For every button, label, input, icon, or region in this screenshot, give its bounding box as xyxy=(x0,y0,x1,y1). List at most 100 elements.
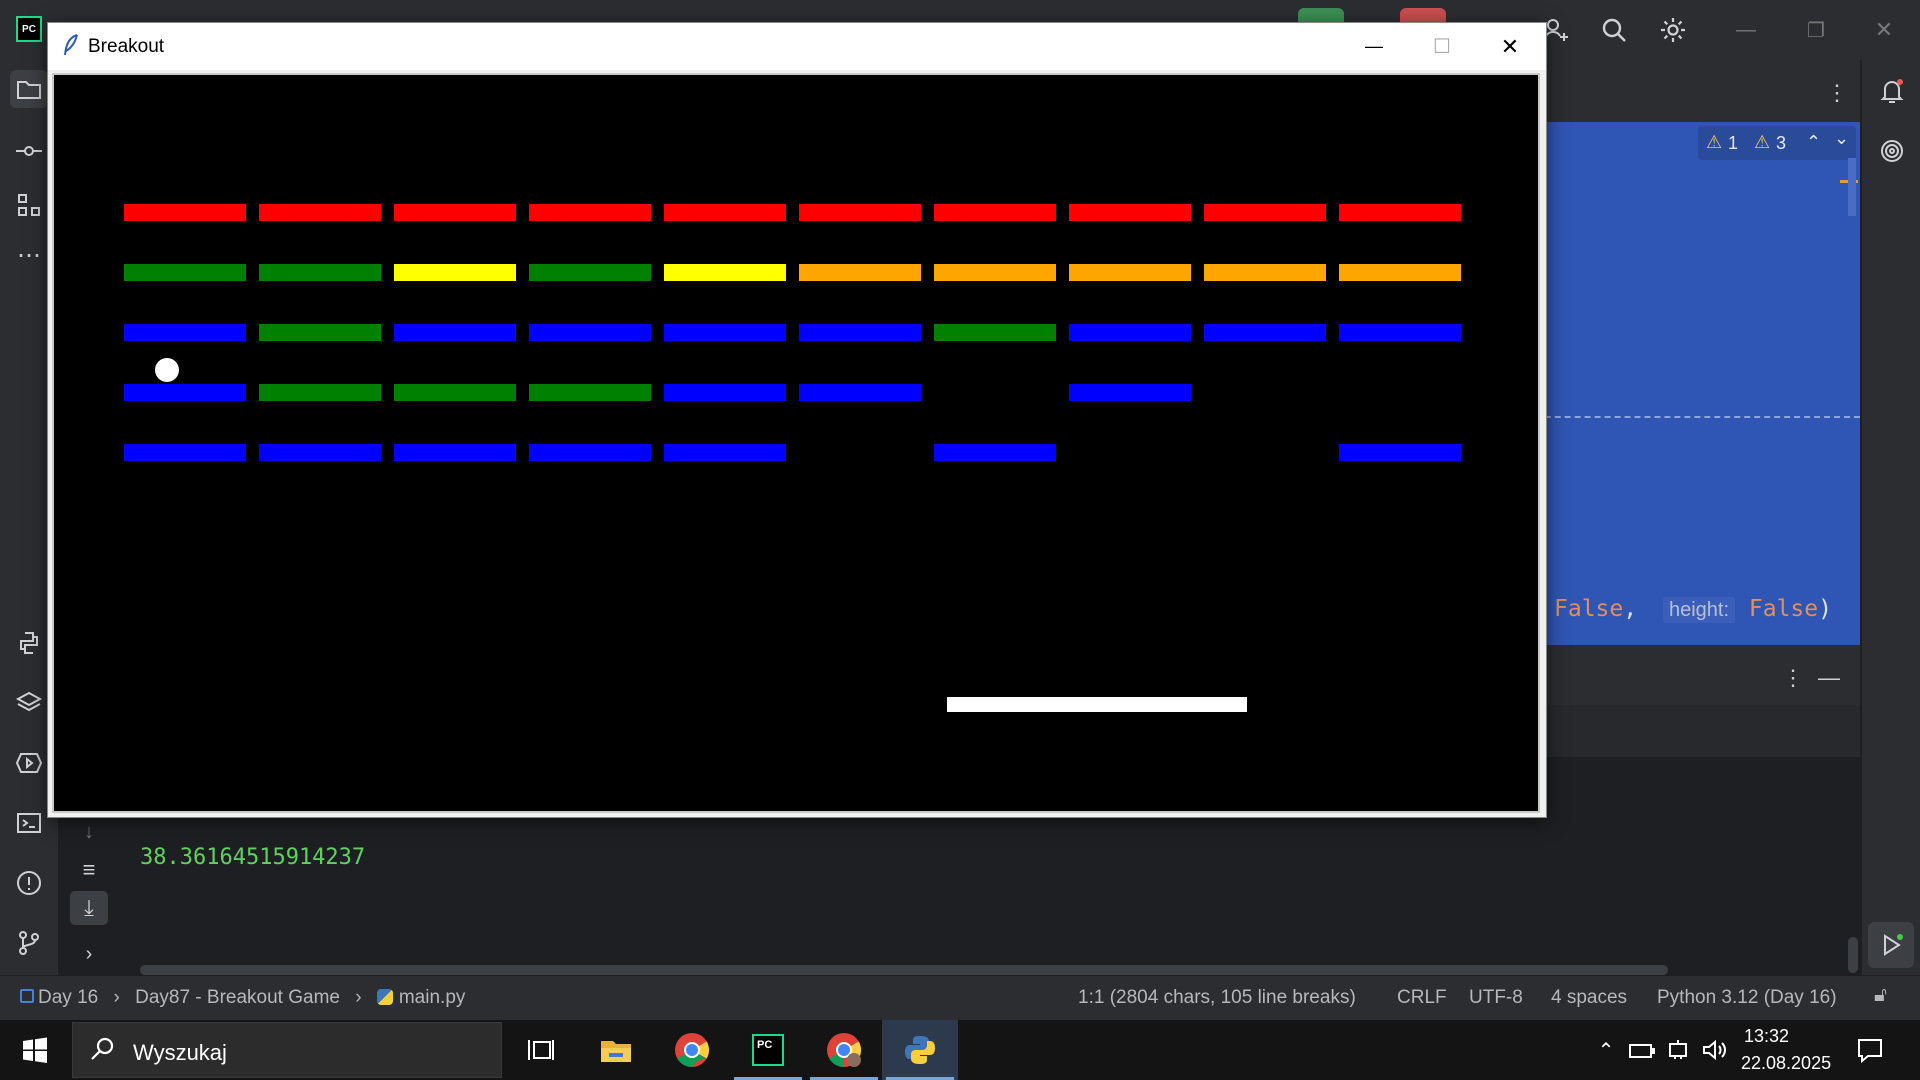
window-title: Breakout xyxy=(88,36,165,57)
brick-orange xyxy=(799,264,921,281)
python-console-icon[interactable] xyxy=(10,624,48,662)
brick-yellow xyxy=(664,264,786,281)
console-vscrollbar[interactable] xyxy=(1848,937,1858,973)
settings-gear-icon[interactable] xyxy=(1655,12,1691,48)
chrome-icon[interactable] xyxy=(654,1020,730,1080)
terminal-icon[interactable] xyxy=(10,804,48,842)
brick-red xyxy=(259,204,381,221)
brick-green xyxy=(394,384,516,401)
close-button[interactable]: ✕ xyxy=(1476,23,1544,70)
problems-icon[interactable] xyxy=(10,864,48,902)
python-taskbar-icon[interactable] xyxy=(882,1020,958,1080)
battery-icon[interactable] xyxy=(1626,1036,1658,1064)
code-paren: ) xyxy=(1818,596,1832,622)
structure-icon[interactable] xyxy=(10,186,48,224)
brick-orange xyxy=(1339,264,1461,281)
pycharm-logo-icon: PC xyxy=(752,1034,784,1066)
ide-right-toolbar xyxy=(1861,60,1920,975)
scrollbar-thumb[interactable] xyxy=(1848,158,1856,216)
brick-red xyxy=(1069,204,1191,221)
layers-icon[interactable] xyxy=(10,684,48,722)
code-comma: , xyxy=(1623,596,1638,622)
brick-orange xyxy=(1204,264,1326,281)
task-view-icon[interactable] xyxy=(502,1020,578,1080)
brick-blue xyxy=(124,324,246,341)
pycharm-taskbar-icon[interactable]: PC xyxy=(730,1020,806,1080)
file-explorer-icon[interactable] xyxy=(578,1020,654,1080)
brick-blue xyxy=(664,444,786,461)
git-branch-icon[interactable] xyxy=(10,924,48,962)
breadcrumb-project[interactable]: Day 16 xyxy=(38,987,98,1008)
error-count: 1 xyxy=(1728,133,1739,153)
python-file-icon xyxy=(376,989,393,1005)
chrome-profile-icon[interactable] xyxy=(806,1020,882,1080)
pycharm-logo-icon[interactable]: PC xyxy=(16,16,42,42)
minimize-button[interactable]: — xyxy=(1340,23,1408,70)
taskbar-time[interactable]: 13:32 xyxy=(1744,1026,1789,1047)
breadcrumb-chevron-icon: › xyxy=(113,987,120,1008)
brick-blue xyxy=(664,384,786,401)
run-more-icon[interactable]: ⋮ xyxy=(1778,663,1808,693)
tray-chevron-up-icon[interactable]: ⌃ xyxy=(1592,1036,1620,1064)
brick-blue xyxy=(394,444,516,461)
ide-restore-icon[interactable]: ❐ xyxy=(1796,12,1836,48)
breakout-window[interactable]: Breakout — ☐ ✕ xyxy=(47,22,1547,818)
commit-icon[interactable] xyxy=(10,132,48,170)
maximize-button[interactable]: ☐ xyxy=(1408,23,1476,70)
more-options-icon[interactable]: ⋮ xyxy=(1822,78,1852,108)
brick-blue xyxy=(529,324,651,341)
services-icon[interactable] xyxy=(10,744,48,782)
paddle[interactable] xyxy=(947,697,1247,712)
brick-blue xyxy=(1204,324,1326,341)
brick-green xyxy=(259,324,381,341)
chevron-up-icon[interactable]: ⌃ xyxy=(1806,132,1821,153)
console-hscrollbar[interactable] xyxy=(140,965,1668,975)
brick-blue xyxy=(799,384,921,401)
indent-setting[interactable]: 4 spaces xyxy=(1551,987,1627,1009)
volume-icon[interactable] xyxy=(1698,1036,1730,1064)
brick-red xyxy=(124,204,246,221)
code-value-false: False xyxy=(1554,596,1624,622)
network-icon[interactable] xyxy=(1662,1036,1694,1064)
run-widget-icon[interactable] xyxy=(1868,922,1914,968)
breadcrumb-file[interactable]: main.py xyxy=(399,987,466,1008)
line-ending[interactable]: CRLF xyxy=(1397,987,1447,1009)
python-interpreter[interactable]: Python 3.12 (Day 16) xyxy=(1657,987,1837,1009)
scroll-down-arrow-icon[interactable]: ↓ xyxy=(74,817,104,847)
soft-wrap-icon[interactable]: ≡ xyxy=(74,855,104,885)
taskbar-date[interactable]: 22.08.2025 xyxy=(1741,1053,1831,1074)
brick-blue xyxy=(124,444,246,461)
search-icon[interactable] xyxy=(1596,12,1632,48)
lock-icon[interactable]: 🔓︎ xyxy=(1874,984,1887,1007)
code-line-fragment: False, height: False) xyxy=(1554,596,1832,623)
breadcrumb-folder[interactable]: Day87 - Breakout Game xyxy=(135,987,340,1008)
brick-blue xyxy=(1069,324,1191,341)
brick-red xyxy=(529,204,651,221)
taskbar-search-box[interactable]: Wyszukaj xyxy=(72,1022,502,1078)
expand-chevron-icon[interactable]: › xyxy=(74,939,104,969)
brick-green xyxy=(259,384,381,401)
caret-position[interactable]: 1:1 (2804 chars, 105 line breaks) xyxy=(1078,987,1356,1009)
brick-green xyxy=(124,264,246,281)
run-hide-icon[interactable]: — xyxy=(1814,663,1844,693)
game-canvas[interactable] xyxy=(52,73,1540,813)
search-icon xyxy=(89,1035,117,1068)
ide-minimize-icon[interactable]: — xyxy=(1726,12,1766,48)
windows-start-icon[interactable] xyxy=(14,1034,56,1066)
ai-assistant-icon[interactable] xyxy=(1873,132,1911,170)
window-titlebar[interactable]: Breakout — ☐ ✕ xyxy=(48,23,1546,70)
brick-green xyxy=(934,324,1056,341)
chevron-down-icon[interactable]: ⌄ xyxy=(1834,128,1849,149)
scroll-to-end-icon[interactable]: ⤓ xyxy=(70,891,108,925)
ide-close-icon[interactable]: ✕ xyxy=(1864,12,1904,48)
inspection-widget[interactable]: ⚠ 1 ⚠ 3 ⌃ ⌄ xyxy=(1698,126,1856,160)
brick-green xyxy=(259,264,381,281)
notifications-bell-icon[interactable] xyxy=(1873,72,1911,110)
file-encoding[interactable]: UTF-8 xyxy=(1469,987,1523,1009)
project-folder-icon[interactable] xyxy=(10,70,48,108)
brick-green xyxy=(529,264,651,281)
more-tools-icon[interactable]: ⋯ xyxy=(10,236,48,274)
brick-blue xyxy=(1069,384,1191,401)
action-center-icon[interactable] xyxy=(1852,1034,1888,1066)
ball xyxy=(155,358,179,382)
